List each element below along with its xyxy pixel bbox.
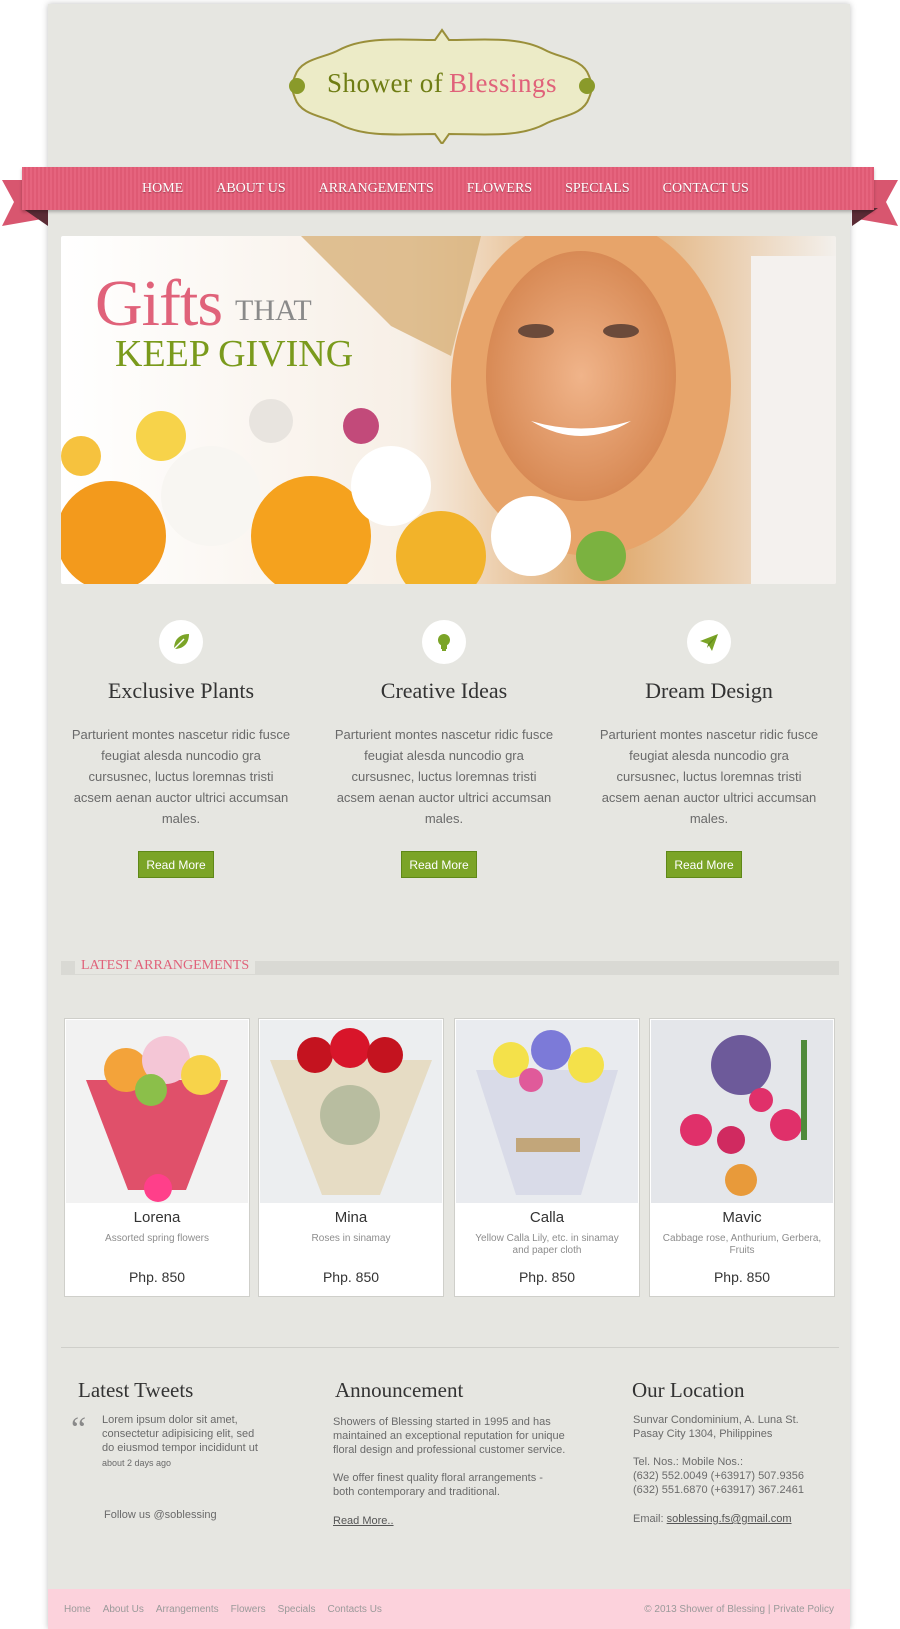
tweet-time: about 2 days ago	[102, 1458, 172, 1468]
hero-subtitle: KEEP GIVING	[115, 333, 354, 375]
hero-banner[interactable]: Gifts THAT KEEP GIVING	[61, 236, 836, 584]
site-logo[interactable]: Shower of Blessings	[283, 28, 601, 144]
tweet-line: do eiusmod tempor incididunt ut	[102, 1442, 258, 1454]
feature-title: Creative Ideas	[380, 678, 508, 703]
email-label: Email:	[633, 1513, 664, 1525]
footer: Home About Us Arrangements Flowers Speci…	[48, 1589, 850, 1629]
nav-item-flowers[interactable]: FLOWERS	[467, 181, 532, 197]
section-divider	[61, 1347, 839, 1348]
location-address: Pasay City 1304, Philippines	[633, 1428, 773, 1440]
read-more-button[interactable]: Read More	[138, 851, 214, 878]
product-description: Cabbage rose, Anthurium, Gerbera, Fruits	[662, 1233, 822, 1256]
nav-item-about-us[interactable]: ABOUT US	[216, 181, 285, 197]
product-image[interactable]	[66, 1020, 248, 1203]
product-name: Lorena	[133, 1209, 181, 1226]
location-email-row: Email: soblessing.fs@gmail.com	[633, 1512, 792, 1526]
footer-link-arrangements[interactable]: Arrangements	[156, 1604, 219, 1615]
tweet-line: Lorem ipsum dolor sit amet,	[102, 1414, 238, 1426]
follow-us-link[interactable]: Follow us @soblessing	[104, 1508, 217, 1522]
location-title: Our Location	[632, 1378, 745, 1402]
tweet-line: consectetur adipisicing elit, sed	[102, 1428, 255, 1440]
product-image[interactable]	[651, 1020, 833, 1203]
announcement-title: Announcement	[335, 1378, 464, 1402]
nav-item-arrangements[interactable]: ARRANGEMENTS	[319, 181, 434, 197]
feature-dream-design: Dream Design Parturient montes nascetur …	[589, 620, 829, 829]
hero-title: Gifts	[95, 267, 223, 340]
product-card-mina[interactable]: Mina Roses in sinamay Php. 850	[258, 1018, 444, 1297]
quote-icon: “	[71, 1411, 87, 1448]
nav-item-specials[interactable]: SPECIALS	[565, 181, 630, 197]
hero-title-small: THAT	[235, 294, 312, 327]
announcement-text: floral design and professional customer …	[333, 1444, 566, 1456]
leaf-icon	[159, 620, 203, 664]
footer-link-about-us[interactable]: About Us	[103, 1604, 144, 1615]
logo-text: Shower of Blessings	[283, 68, 601, 99]
announcement-text: maintained an exceptional reputation for…	[333, 1430, 565, 1442]
tweets-title: Latest Tweets	[78, 1378, 194, 1402]
feature-text: Parturient montes nascetur ridic fusce f…	[71, 727, 291, 826]
product-price: Php. 850	[128, 1269, 186, 1285]
footer-nav: Home About Us Arrangements Flowers Speci…	[64, 1589, 394, 1629]
feature-exclusive-plants: Exclusive Plants Parturient montes nasce…	[61, 620, 301, 829]
location-address: Sunvar Condominium, A. Luna St.	[633, 1414, 799, 1426]
copyright-text: © 2013 Shower of Blessing |	[644, 1603, 771, 1615]
product-card-mavic[interactable]: Mavic Cabbage rose, Anthurium, Gerbera, …	[649, 1018, 835, 1297]
location-phone: (632) 552.0049 (+63917) 507.9356	[633, 1470, 804, 1482]
product-card-lorena[interactable]: Lorena Assorted spring flowers Php. 850	[64, 1018, 250, 1297]
product-price: Php. 850	[322, 1269, 380, 1285]
product-card-calla[interactable]: Calla Yellow Calla Lily, etc. in sinamay…	[454, 1018, 640, 1297]
footer-link-home[interactable]: Home	[64, 1604, 91, 1615]
section-title: LATEST ARRANGEMENTS	[75, 958, 256, 974]
location-phone-label: Tel. Nos.: Mobile Nos.:	[633, 1456, 744, 1468]
feature-title: Dream Design	[645, 678, 773, 703]
main-nav: HOME ABOUT US ARRANGEMENTS FLOWERS SPECI…	[142, 167, 782, 210]
product-price: Php. 850	[518, 1269, 576, 1285]
product-image[interactable]	[260, 1020, 442, 1203]
product-price: Php. 850	[713, 1269, 771, 1285]
product-description: Assorted spring flowers	[105, 1233, 209, 1244]
footer-link-contacts-us[interactable]: Contacts Us	[327, 1604, 381, 1615]
product-name: Calla	[529, 1209, 565, 1226]
footer-link-specials[interactable]: Specials	[278, 1604, 316, 1615]
announcement-text: Showers of Blessing started in 1995 and …	[333, 1416, 551, 1428]
product-description: Yellow Calla Lily, etc. in sinamay and p…	[475, 1233, 619, 1256]
announcement-text: both contemporary and traditional.	[333, 1486, 500, 1498]
email-link[interactable]: soblessing.fs@gmail.com	[667, 1513, 792, 1525]
product-name: Mavic	[722, 1209, 762, 1226]
section-header-bar: LATEST ARRANGEMENTS	[61, 958, 839, 975]
product-name: Mina	[334, 1209, 368, 1226]
logo-text-second: Blessings	[448, 68, 557, 98]
lightbulb-icon	[422, 620, 466, 664]
feature-text: Parturient montes nascetur ridic fusce f…	[599, 727, 819, 826]
product-image[interactable]	[456, 1020, 638, 1203]
feature-text: Parturient montes nascetur ridic fusce f…	[334, 727, 554, 826]
product-description: Roses in sinamay	[311, 1233, 391, 1244]
feature-title: Exclusive Plants	[107, 678, 255, 703]
privacy-policy-link[interactable]: Private Policy	[773, 1604, 834, 1615]
nav-item-contact-us[interactable]: CONTACT US	[663, 181, 749, 197]
location-phone: (632) 551.6870 (+63917) 367.2461	[633, 1484, 804, 1496]
announcement-text: We offer finest quality floral arrangeme…	[333, 1472, 543, 1484]
feature-creative-ideas: Creative Ideas Parturient montes nascetu…	[324, 620, 564, 829]
nav-item-home[interactable]: HOME	[142, 181, 183, 197]
read-more-button[interactable]: Read More	[401, 851, 477, 878]
paper-plane-icon	[687, 620, 731, 664]
read-more-button[interactable]: Read More	[666, 851, 742, 878]
footer-copyright: © 2013 Shower of Blessing | Private Poli…	[644, 1589, 834, 1629]
main-nav-ribbon: HOME ABOUT US ARRANGEMENTS FLOWERS SPECI…	[22, 167, 874, 210]
logo-text-first: Shower of	[326, 68, 444, 98]
footer-link-flowers[interactable]: Flowers	[231, 1604, 266, 1615]
announcement-read-more-link[interactable]: Read More..	[333, 1514, 394, 1528]
